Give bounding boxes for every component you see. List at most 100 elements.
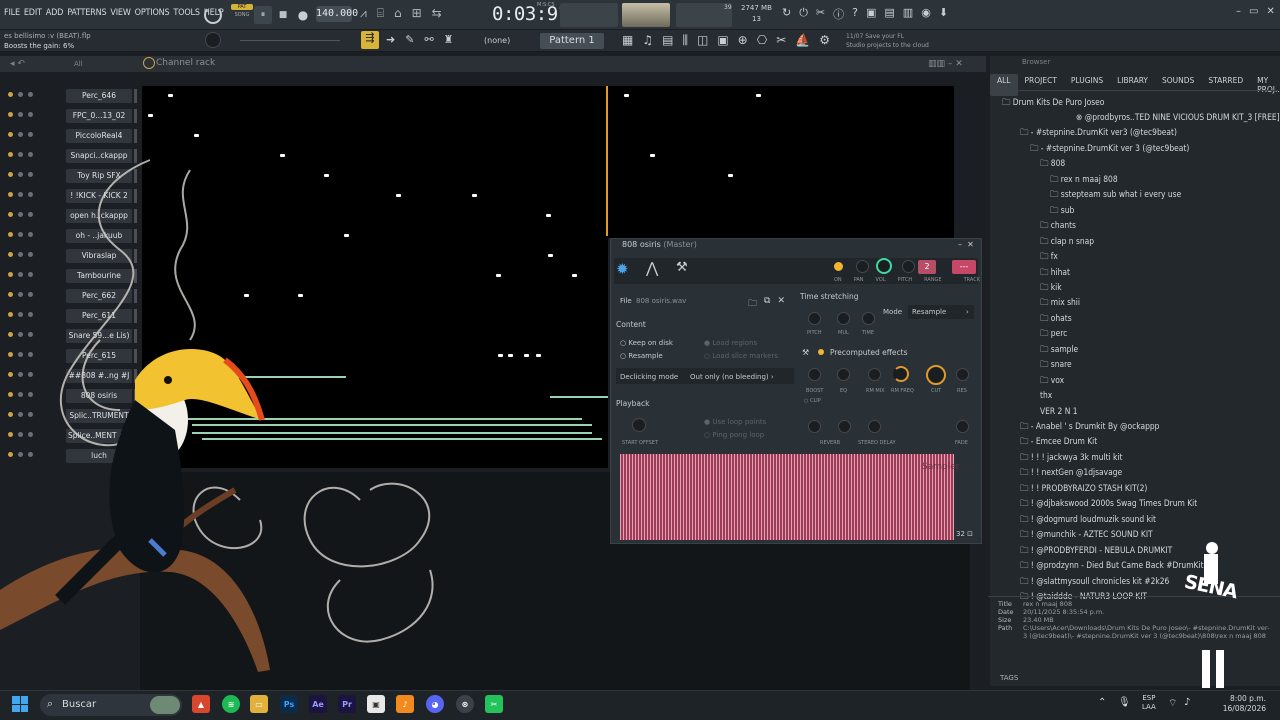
rack-grid-icon[interactable]: ▥▥: [928, 59, 945, 69]
browser-item[interactable]: 🗀 fx: [1040, 251, 1058, 265]
fl-studio-icon[interactable]: ♪: [396, 695, 414, 713]
browser-icon[interactable]: ◫: [697, 33, 708, 48]
browser-item[interactable]: 🗀 ! ! nextGen @1djsavage: [1020, 467, 1122, 481]
undo-history-icon[interactable]: [204, 6, 222, 24]
browser-item[interactable]: 🗀 clap n snap: [1040, 236, 1094, 250]
channel-filter[interactable]: All: [74, 60, 83, 68]
browser-tab[interactable]: MY PROJ...: [1250, 74, 1280, 96]
channel-mute-leds[interactable]: [8, 132, 33, 137]
after-effects-icon[interactable]: Ae: [309, 695, 327, 713]
browser-item[interactable]: 🗀 ! @PRODBYFERDI - NEBULA DRUMKIT: [1020, 545, 1172, 559]
res-knob[interactable]: [956, 368, 969, 381]
browser-item[interactable]: 🗀 sstepteam sub what i every use: [1050, 189, 1181, 203]
step-note[interactable]: [546, 214, 551, 217]
oscilloscope[interactable]: [560, 3, 618, 27]
browser-item[interactable]: 🗀 sample: [1040, 344, 1078, 358]
cpu-icon[interactable]: ↻: [782, 6, 791, 22]
channel-mute-leds[interactable]: [8, 292, 33, 297]
snap-icon[interactable]: ⇶: [361, 31, 379, 49]
touch-keyboard-icon[interactable]: ⊕: [738, 33, 748, 48]
stereo-delay-knob[interactable]: [868, 420, 881, 433]
maximize-icon[interactable]: ▭: [1249, 6, 1258, 17]
pitch-knob[interactable]: [902, 260, 915, 273]
menu-add[interactable]: ADD: [46, 8, 64, 18]
plugin-picker-icon[interactable]: ▣: [717, 33, 728, 48]
browser-tab[interactable]: PLUGINS: [1064, 74, 1110, 96]
channel-mute-leds[interactable]: [8, 112, 33, 117]
browser-item[interactable]: ⊗ @prodbyros..TED NINE VICIOUS DRUM KIT_…: [1076, 112, 1280, 122]
detach-icon[interactable]: ⧉: [764, 296, 770, 312]
waveform-zoom[interactable]: 32 ⊡: [956, 530, 973, 538]
time-display[interactable]: 0:03:91: [492, 3, 569, 25]
channel-rack-icon[interactable]: ▤: [662, 33, 673, 48]
menu-patterns[interactable]: PATTERNS: [67, 8, 106, 18]
browser-item[interactable]: 🗀 ! @prodzynn - Died But Came Back #Drum…: [1020, 560, 1204, 574]
step-edit-icon[interactable]: ⊞: [412, 6, 422, 21]
master-pitch-slider[interactable]: [240, 40, 340, 41]
countdown-icon[interactable]: ⌂: [394, 6, 402, 21]
tempo-display[interactable]: 140.000: [316, 6, 358, 22]
browser-item[interactable]: 🗀 808: [1040, 158, 1065, 172]
browser-item[interactable]: 🗀 - #stepnine.DrumKit ver3 (@tec9beat): [1020, 127, 1177, 141]
sample-settings-tab-icon[interactable]: ✹: [616, 260, 629, 278]
channel-mute-leds[interactable]: [8, 252, 33, 257]
news-panel[interactable]: 11/07 Save your FL Studio projects to th…: [846, 32, 929, 50]
plugin-title[interactable]: 808 osiris (Master): [612, 240, 980, 252]
clock[interactable]: 8:00 p.m. 16/08/2026: [1216, 694, 1266, 714]
browser-item[interactable]: 🗀 - Anabel ' s Drumkit By @ockappp: [1020, 421, 1159, 435]
browser-item[interactable]: 🗀 ! @slattmysoull chronicles kit #2k26: [1020, 576, 1169, 590]
stop-button[interactable]: ■: [274, 6, 292, 24]
browser-item[interactable]: 🗀 vox: [1040, 375, 1064, 389]
playhead[interactable]: [606, 86, 608, 236]
spotify-icon[interactable]: ≋: [222, 695, 240, 713]
rm-mix-knob[interactable]: [868, 368, 881, 381]
browser-item[interactable]: 🗀 ! ! ! jackwya 3k multi kit: [1020, 452, 1122, 466]
on-led[interactable]: [834, 262, 843, 271]
wait-input-icon[interactable]: ⌸: [377, 6, 384, 21]
cut-knob[interactable]: [926, 365, 946, 385]
browser-item[interactable]: 🗀 ! @djbakswood 2000s Swag Times Drum Ki…: [1020, 498, 1197, 512]
song-mode-toggle[interactable]: PAT SONG: [231, 4, 253, 26]
reverb-knob[interactable]: [838, 420, 851, 433]
browser-item[interactable]: 🗀 mix shii: [1040, 297, 1080, 311]
keep-on-disk-option[interactable]: ○ Keep on disk: [620, 339, 673, 347]
mic-tray-icon[interactable]: 🎙: [1118, 697, 1131, 708]
export-icon[interactable]: ▤: [884, 6, 894, 22]
step-note[interactable]: [548, 254, 553, 257]
channel-mute-leds[interactable]: [8, 332, 33, 337]
rm-freq-knob[interactable]: [893, 366, 909, 382]
step-note[interactable]: [728, 174, 733, 177]
pan-knob[interactable]: [856, 260, 869, 273]
premiere-icon[interactable]: Pr: [338, 695, 356, 713]
browser-item[interactable]: 🗀 ! @dogmurd loudmuzik sound kit: [1020, 514, 1156, 528]
arrow-icon[interactable]: ➜: [386, 33, 395, 46]
step-note[interactable]: [524, 354, 529, 357]
browser-item[interactable]: 🗀 hihat: [1040, 267, 1070, 281]
volume-icon[interactable]: ♪: [1184, 697, 1190, 708]
download-icon[interactable]: ⬇: [939, 6, 948, 22]
browser-item[interactable]: 🗀 sub: [1050, 205, 1074, 219]
step-note[interactable]: [194, 134, 199, 137]
rack-options-icon[interactable]: ◂ ↶: [10, 59, 25, 69]
help-icon[interactable]: ?: [852, 6, 858, 22]
ts-pitch-knob[interactable]: [808, 312, 821, 325]
envelope-tab-icon[interactable]: ⋀: [646, 259, 658, 277]
pattern-picker[interactable]: (none): [484, 36, 510, 45]
channel-row[interactable]: FPC_0...13_02: [0, 106, 142, 126]
brush-icon[interactable]: ✎: [405, 33, 414, 46]
ts-mul-knob[interactable]: [837, 312, 850, 325]
browser-item[interactable]: 🗀 kik: [1040, 282, 1062, 296]
browser-tab[interactable]: STARRED: [1201, 74, 1250, 96]
record-button[interactable]: ●: [294, 6, 312, 24]
ping-pong-option[interactable]: ○ Ping pong loop: [704, 431, 764, 439]
menu-options[interactable]: OPTIONS: [135, 8, 170, 18]
channel-mute-leds[interactable]: [8, 172, 33, 177]
save-icon[interactable]: ▣: [866, 6, 876, 22]
channel-select-indicator[interactable]: [134, 89, 137, 103]
load-regions-option[interactable]: ● Load regions: [704, 339, 757, 347]
start-offset-knob[interactable]: [632, 418, 646, 432]
github-icon[interactable]: ⊛: [456, 695, 474, 713]
close-icon[interactable]: ✕: [1266, 6, 1274, 17]
channel-mute-leds[interactable]: [8, 212, 33, 217]
eq-knob[interactable]: [837, 368, 850, 381]
